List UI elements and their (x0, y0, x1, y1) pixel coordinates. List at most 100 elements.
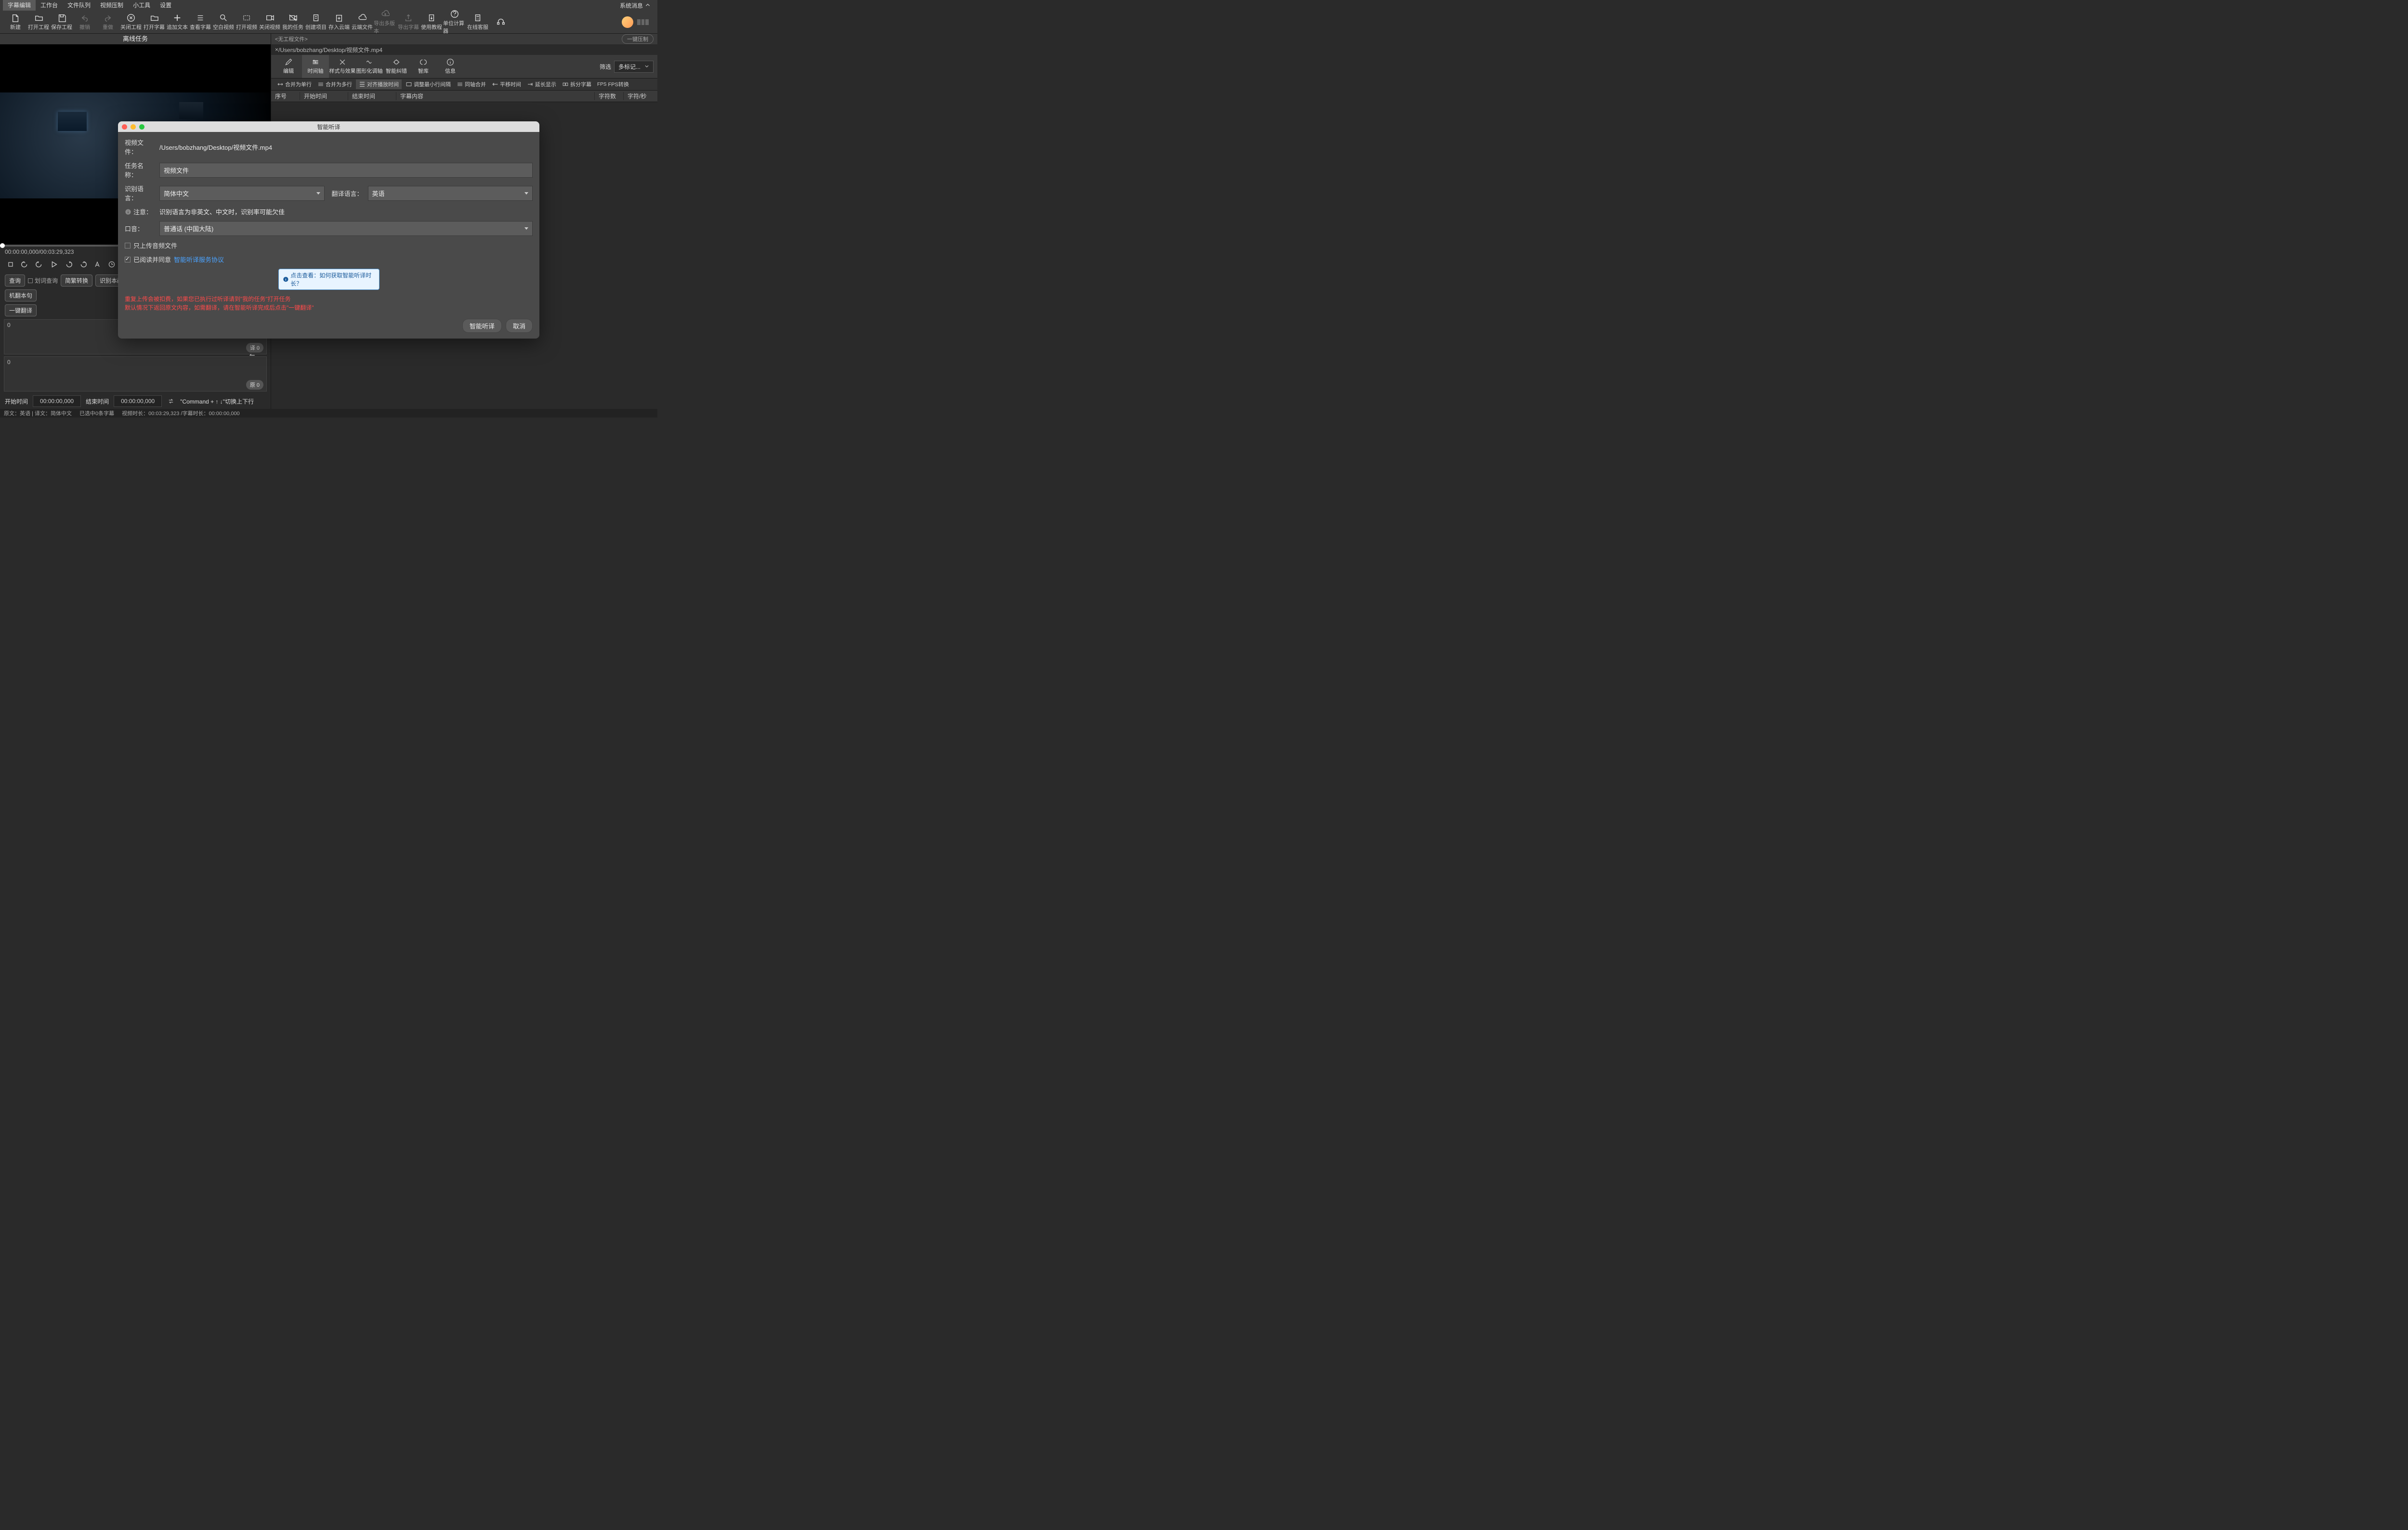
tb-save-cloud[interactable]: 云端文件 (351, 11, 374, 34)
mode-edit[interactable]: 编辑 (275, 55, 302, 78)
mode-info[interactable]: 信息 (437, 55, 464, 78)
tb-new[interactable]: 新建 (4, 11, 27, 34)
merge-multi-icon (317, 81, 324, 88)
start-transcribe-button[interactable]: 智能听译 (462, 319, 502, 333)
opt-concat[interactable]: 同轴合并 (455, 80, 488, 88)
chip-one-click-translate[interactable]: 一键翻译 (5, 304, 37, 316)
recognize-lang-select[interactable]: 简体中文 (159, 186, 325, 201)
file-tab-path[interactable]: /Users/bobzhang/Desktop/视频文件.mp4 (278, 46, 382, 54)
col-index[interactable]: 序号 (271, 92, 300, 100)
play-button[interactable] (49, 260, 59, 269)
user-avatar[interactable] (622, 16, 633, 28)
tb-support[interactable] (489, 11, 512, 34)
clock-button[interactable] (107, 260, 117, 269)
chip-word-query[interactable]: 划词查询 (28, 276, 58, 285)
opt-merge-multi[interactable]: 合并为多行 (315, 80, 354, 88)
close-circle-icon (127, 13, 135, 22)
blank-video-icon (242, 13, 251, 22)
timeline-icon (312, 58, 319, 66)
help-callout[interactable]: 点击查看：如何获取智能听译时长？ (278, 269, 380, 290)
tb-export-subtitle[interactable]: 使用教程 (420, 11, 443, 34)
gap-icon (406, 81, 412, 88)
col-end[interactable]: 结束时间 (348, 92, 396, 100)
menu-video-compress[interactable]: 视频压制 (95, 0, 128, 11)
export-multi-icon (404, 13, 413, 22)
video-off-icon (288, 13, 297, 22)
col-start[interactable]: 开始时间 (300, 92, 348, 100)
mode-graphical[interactable]: 图形化调轴 (356, 55, 383, 78)
merge-single-icon (277, 81, 284, 88)
tb-append-text[interactable]: 追加文本 (166, 11, 189, 34)
loop-fwd-button[interactable] (78, 260, 88, 269)
loop-back-button[interactable] (20, 260, 30, 269)
step-back-button[interactable] (35, 260, 44, 269)
folder-open-icon (34, 13, 43, 22)
line-time-row: 开始时间 00:00:00,000 结束时间 00:00:00,000 "Com… (0, 393, 271, 409)
filter-select[interactable]: 多标记... (614, 61, 654, 73)
translate-lang-select[interactable]: 英语 (368, 186, 533, 201)
agree-tos-checkbox[interactable]: 已阅读并同意 智能听译服务协议 (125, 255, 533, 264)
upload-audio-only-checkbox[interactable]: 只上传音频文件 (125, 241, 533, 250)
opt-split[interactable]: 拆分字幕 (560, 80, 593, 88)
opt-fps[interactable]: FPSFPS转换 (595, 80, 631, 88)
dialog-titlebar[interactable]: 智能听译 (118, 121, 539, 132)
tos-link[interactable]: 智能听译服务协议 (174, 255, 224, 264)
col-content[interactable]: 字幕内容 (396, 92, 595, 100)
original-count: 0 (7, 359, 11, 366)
tb-undo[interactable]: 撤销 (73, 11, 96, 34)
tb-my-tasks[interactable]: 创建项目 (304, 11, 327, 34)
tb-create-project[interactable]: 存入云端 (327, 11, 351, 34)
tb-export-multi[interactable]: 导出字幕 (397, 11, 420, 34)
menu-settings[interactable]: 设置 (155, 0, 176, 11)
tb-cloud-file[interactable]: 导出多版本 (374, 11, 397, 34)
tb-view-search[interactable]: 空白视频 (212, 11, 235, 34)
mode-library[interactable]: 智库 (410, 55, 437, 78)
chip-query[interactable]: 查询 (5, 275, 25, 287)
layout-toggles[interactable] (637, 19, 649, 25)
menu-workbench[interactable]: 工作台 (36, 0, 63, 11)
start-time-input[interactable]: 00:00:00,000 (33, 395, 81, 407)
step-fwd-button[interactable] (64, 260, 73, 269)
tb-tutorial[interactable]: 单位计算器 (443, 11, 466, 34)
tb-calculator[interactable]: 在线客服 (466, 11, 489, 34)
mode-styles[interactable]: 样式与效果 (329, 55, 356, 78)
col-chars[interactable]: 字符数 (595, 92, 624, 100)
recognize-lang-label: 识别语言： (125, 184, 155, 202)
close-tab-icon[interactable]: × (275, 46, 278, 53)
font-button[interactable] (92, 260, 102, 269)
scrubber-knob[interactable] (0, 243, 5, 248)
end-time-input[interactable]: 00:00:00,000 (114, 395, 162, 407)
system-messages[interactable]: 系统消息 (616, 1, 654, 10)
swap-rows-icon[interactable] (167, 398, 175, 405)
tb-view-subtitle[interactable]: 查看字幕 (189, 11, 212, 34)
tb-close-video[interactable]: 我的任务 (281, 11, 304, 34)
tb-close-project[interactable]: 关闭工程 (119, 11, 143, 34)
info-icon (125, 209, 131, 215)
opt-shift[interactable]: 平移时间 (490, 80, 523, 88)
accent-select[interactable]: 普通话 (中国大陆) (159, 221, 533, 236)
menu-tools[interactable]: 小工具 (128, 0, 155, 11)
translation-tag: 译 0 (246, 343, 263, 353)
col-cps[interactable]: 字符/秒 (624, 92, 657, 100)
mode-check[interactable]: 智能纠错 (383, 55, 410, 78)
opt-extend[interactable]: 延长显示 (525, 80, 558, 88)
opt-min-gap[interactable]: 调整最小行间隔 (404, 80, 453, 88)
tb-redo[interactable]: 重做 (96, 11, 119, 34)
mode-timeline[interactable]: 时间轴 (302, 55, 329, 78)
tb-save-project[interactable]: 保存工程 (50, 11, 73, 34)
original-textbox[interactable]: 0 原 0 (4, 356, 267, 392)
one-click-compress-button[interactable]: 一键压制 (622, 34, 654, 44)
stop-button[interactable] (6, 260, 15, 269)
menu-subtitle-edit[interactable]: 字幕编辑 (3, 0, 36, 11)
cancel-button[interactable]: 取消 (506, 319, 533, 333)
chip-machine-translate-line[interactable]: 机翻本句 (5, 289, 37, 301)
tb-open-video[interactable]: 关闭视频 (258, 11, 281, 34)
chip-simp-trad[interactable]: 简繁转换 (61, 275, 92, 287)
opt-merge-single[interactable]: 合并为单行 (275, 80, 314, 88)
task-name-input[interactable]: 视频文件 (159, 163, 533, 178)
opt-align-playtime[interactable]: 对齐播放时间 (356, 79, 402, 89)
tb-blank-video[interactable]: 打开视频 (235, 11, 258, 34)
menu-file-queue[interactable]: 文件队列 (63, 0, 95, 11)
tb-open-subtitle[interactable]: 打开字幕 (143, 11, 166, 34)
tb-open-project[interactable]: 打开工程 (27, 11, 50, 34)
